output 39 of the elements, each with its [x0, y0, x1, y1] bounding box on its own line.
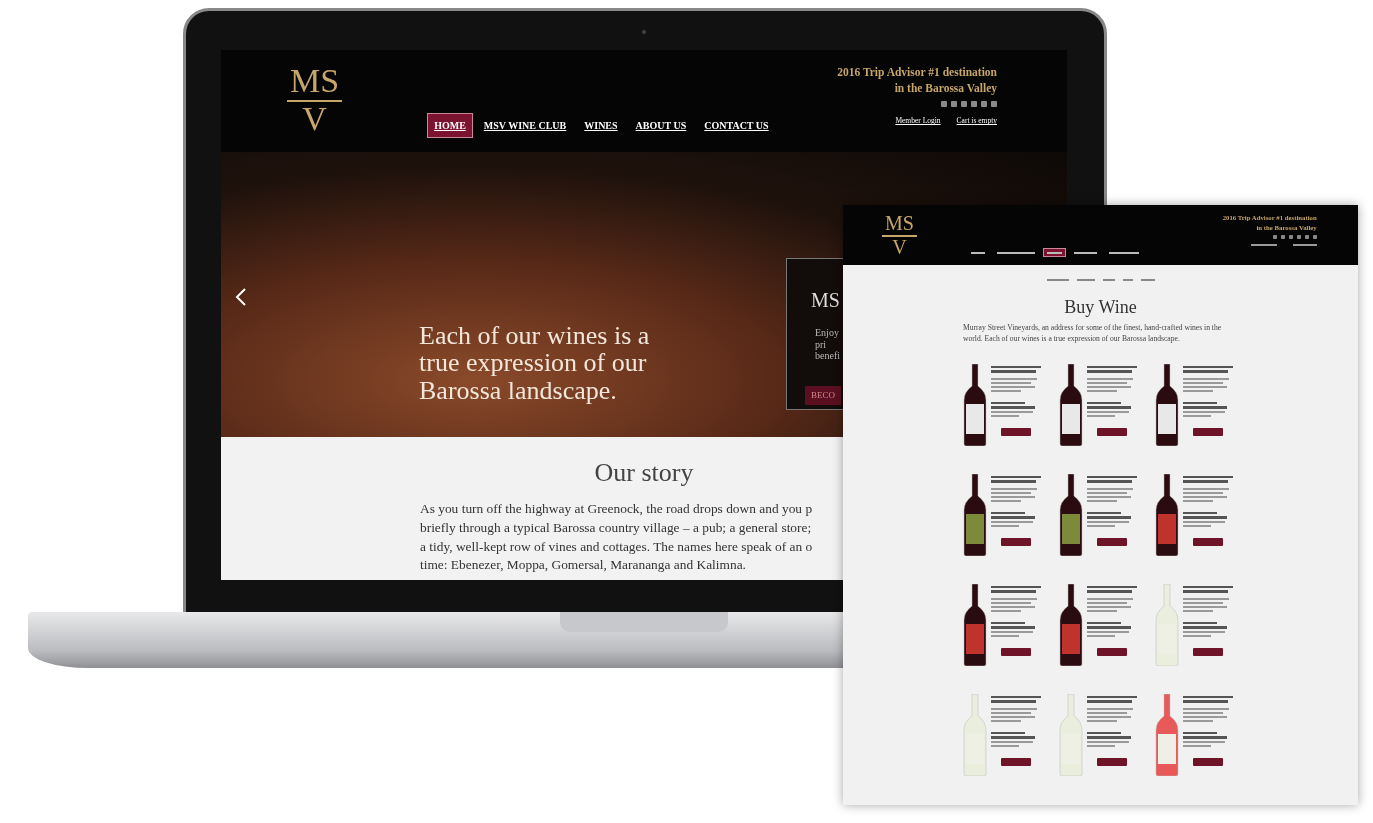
filter-link-drawing[interactable]	[1140, 279, 1155, 282]
story-paragraph: As you turn off the highway at Greenock, the road drops down and you p briefly through a typical Barossa country village – a pub; a general store; a tidy, well-kept row of vines and cottages. The names here speak of an o time: Ebenezer, Moppa, Gomersal, Marananga and Kalimna.	[420, 500, 813, 575]
add-to-cart-button[interactable]	[1001, 757, 1031, 766]
promo-title: MS	[811, 288, 841, 313]
logo-text: MS	[881, 213, 917, 238]
nav-link[interactable]: CONTACT US	[697, 113, 776, 138]
add-to-cart-button[interactable]	[1193, 757, 1223, 766]
add-to-cart-button[interactable]	[1193, 537, 1223, 546]
add-to-cart-button[interactable]	[1097, 427, 1127, 436]
add-to-cart-button[interactable]	[1001, 647, 1031, 656]
logo-text: V	[892, 237, 907, 258]
tagline: 2016 Trip Advisor #1 destination in the Barossa Valley	[837, 65, 997, 97]
section-title: Our story	[593, 457, 695, 489]
filter-link-drawing[interactable]	[1076, 279, 1095, 282]
filter-link-drawing[interactable]	[1046, 279, 1069, 282]
add-to-cart-button[interactable]	[1193, 427, 1223, 436]
nav-link[interactable]: ABOUT US	[628, 113, 694, 138]
add-to-cart-button[interactable]	[1097, 647, 1127, 656]
filter-link-drawing[interactable]	[1102, 279, 1115, 282]
promo-text: Enjoy pri benefi	[815, 327, 841, 362]
promo-button[interactable]: BECO	[805, 385, 841, 405]
add-to-cart-button[interactable]	[1097, 537, 1127, 546]
add-to-cart-button[interactable]	[1001, 427, 1031, 436]
nav-link[interactable]: HOME	[427, 113, 473, 138]
page-heading: Buy Wine	[1063, 297, 1138, 319]
filter-link-drawing[interactable]	[1122, 279, 1133, 282]
nav-link-drawing[interactable]	[1043, 247, 1067, 257]
logo-text: V	[302, 102, 327, 136]
add-to-cart-button[interactable]	[1097, 757, 1127, 766]
nav-link[interactable]: MSV WINE CLUB	[476, 113, 574, 138]
add-to-cart-button[interactable]	[1193, 647, 1223, 656]
chevron-left-icon[interactable]	[235, 288, 247, 306]
camera-icon	[642, 30, 646, 34]
logo-text: MS	[287, 64, 343, 102]
hero-headline: Each of our wines is a true expression of our Barossa landscape.	[419, 322, 650, 404]
account-link-drawing[interactable]	[1250, 243, 1277, 246]
nav-link[interactable]: WINES	[577, 113, 625, 138]
add-to-cart-button[interactable]	[1001, 537, 1031, 546]
account-link-drawing[interactable]	[1292, 243, 1317, 246]
